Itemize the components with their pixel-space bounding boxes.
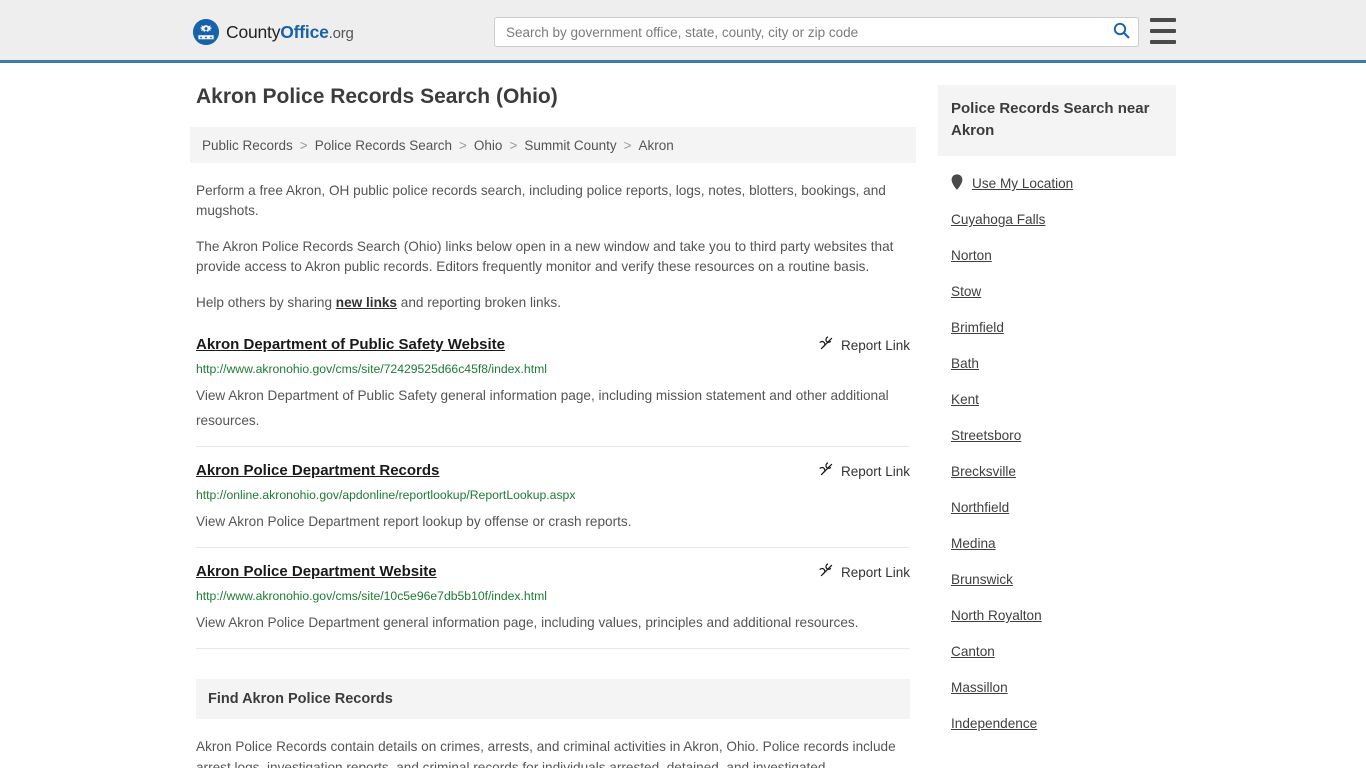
new-links-link[interactable]: new links — [336, 295, 397, 310]
sidebar-item-brimfield[interactable]: Brimfield — [938, 310, 1176, 346]
share-text-before: Help others by sharing — [196, 295, 336, 310]
section-heading: Find Akron Police Records — [196, 679, 910, 719]
sidebar-item-massillon[interactable]: Massillon — [938, 670, 1176, 706]
sidebar-heading: Police Records Search near Akron — [938, 85, 1176, 156]
search-bar[interactable] — [494, 17, 1139, 47]
broken-link-icon — [819, 462, 834, 480]
sidebar-item-streetsboro[interactable]: Streetsboro — [938, 418, 1176, 454]
breadcrumb-item-ohio[interactable]: Ohio — [474, 138, 503, 153]
breadcrumb-item-police-records-search[interactable]: Police Records Search — [315, 138, 452, 153]
result-item: Akron Department of Public Safety Websit… — [196, 335, 910, 447]
nearby-link[interactable]: Independence — [951, 715, 1037, 733]
nearby-link[interactable]: Stow — [951, 283, 981, 301]
brand-part-org: .org — [328, 24, 354, 42]
broken-link-icon — [819, 563, 834, 581]
menu-bar-1 — [1150, 18, 1176, 22]
breadcrumb-separator: > — [299, 137, 308, 153]
intro-paragraph-1: Perform a free Akron, OH public police r… — [196, 183, 886, 218]
nearby-link[interactable]: Massillon — [951, 679, 1008, 697]
share-text-after: and reporting broken links. — [397, 295, 561, 310]
results-list: Akron Department of Public Safety Websit… — [190, 335, 916, 649]
breadcrumb-separator: > — [509, 137, 518, 153]
sidebar-item-brecksville[interactable]: Brecksville — [938, 454, 1176, 490]
section-paragraph: Akron Police Records contain details on … — [196, 739, 896, 768]
sidebar-item-norton[interactable]: Norton — [938, 238, 1176, 274]
sidebar-item-independence[interactable]: Independence — [938, 706, 1176, 742]
nearby-link[interactable]: Northfield — [951, 499, 1009, 517]
result-item: Akron Police Department Records Report L… — [196, 461, 910, 548]
sidebar-item-cuyahoga-falls[interactable]: Cuyahoga Falls — [938, 202, 1176, 238]
report-link-label: Report Link — [840, 564, 910, 580]
brand-part-county: County — [226, 21, 281, 42]
nearby-link[interactable]: Cuyahoga Falls — [951, 211, 1045, 229]
result-item: Akron Police Department Website Report L… — [196, 562, 910, 649]
result-description: View Akron Department of Public Safety g… — [196, 388, 889, 428]
nearby-link[interactable]: Bath — [951, 355, 979, 373]
search-button[interactable] — [1104, 18, 1138, 46]
intro-paragraph-3: Help others by sharing new links and rep… — [196, 293, 910, 313]
result-url[interactable]: http://online.akronohio.gov/apdonline/re… — [196, 488, 910, 503]
find-records-section: Find Akron Police Records Akron Police R… — [196, 679, 910, 768]
result-description: View Akron Police Department general inf… — [196, 615, 859, 630]
hamburger-menu-icon[interactable] — [1150, 18, 1176, 44]
breadcrumb-separator: > — [623, 137, 632, 153]
breadcrumb-item-summit-county[interactable]: Summit County — [524, 138, 616, 153]
site-header: CountyOffice.org — [0, 0, 1366, 63]
nearby-link[interactable]: North Royalton — [951, 607, 1042, 625]
site-logo-text: CountyOffice.org — [226, 22, 354, 43]
nearby-link[interactable]: Norton — [951, 247, 992, 265]
sidebar-item-bath[interactable]: Bath — [938, 346, 1176, 382]
use-my-location-link[interactable]: Use My Location — [972, 175, 1073, 193]
sidebar-item-kent[interactable]: Kent — [938, 382, 1176, 418]
sidebar-item-medina[interactable]: Medina — [938, 526, 1176, 562]
brand-part-office: Office — [280, 21, 329, 42]
report-link-label: Report Link — [840, 337, 910, 353]
main-content: Akron Police Records Search (Ohio) Publi… — [190, 85, 916, 768]
section-body: Akron Police Records contain details on … — [196, 736, 910, 768]
intro-paragraph-2: The Akron Police Records Search (Ohio) l… — [196, 239, 894, 274]
broken-link-icon — [819, 336, 834, 354]
report-link-button[interactable]: Report Link — [819, 461, 910, 480]
menu-bar-2 — [1150, 29, 1176, 33]
sidebar-item-brunswick[interactable]: Brunswick — [938, 562, 1176, 598]
sidebar-item-use-my-location[interactable]: Use My Location — [938, 166, 1176, 202]
report-link-label: Report Link — [840, 463, 910, 479]
menu-bar-3 — [1150, 40, 1176, 44]
intro-section: Perform a free Akron, OH public police r… — [190, 181, 916, 313]
breadcrumb: Public Records > Police Records Search >… — [190, 127, 916, 163]
nearby-link[interactable]: Medina — [951, 535, 996, 553]
result-title-link[interactable]: Akron Department of Public Safety Websit… — [196, 335, 505, 354]
breadcrumb-item-akron: Akron — [638, 137, 674, 153]
breadcrumb-separator: > — [459, 137, 467, 153]
nearby-link[interactable]: Brimfield — [951, 319, 1004, 337]
breadcrumb-item-public-records[interactable]: Public Records — [202, 138, 293, 153]
site-logo-link[interactable]: CountyOffice.org — [193, 19, 354, 45]
search-input[interactable] — [495, 19, 1104, 45]
nearby-link[interactable]: Canton — [951, 643, 995, 661]
page-title: Akron Police Records Search (Ohio) — [196, 85, 558, 108]
page-body: Akron Police Records Search (Ohio) Publi… — [0, 63, 1366, 768]
nearby-link[interactable]: Kent — [951, 391, 979, 409]
sidebar-nearby-list: Use My Location Cuyahoga Falls Norton St… — [938, 166, 1176, 742]
nearby-link[interactable]: Streetsboro — [951, 427, 1021, 445]
search-icon — [1113, 22, 1130, 42]
result-title-link[interactable]: Akron Police Department Records — [196, 461, 439, 480]
sidebar-item-northfield[interactable]: Northfield — [938, 490, 1176, 526]
report-link-button[interactable]: Report Link — [819, 562, 910, 581]
sidebar-item-north-royalton[interactable]: North Royalton — [938, 598, 1176, 634]
result-url[interactable]: http://www.akronohio.gov/cms/site/724295… — [196, 362, 910, 377]
nearby-link[interactable]: Brunswick — [951, 571, 1013, 589]
nearby-link[interactable]: Brecksville — [951, 463, 1016, 481]
sidebar-item-stow[interactable]: Stow — [938, 274, 1176, 310]
result-title-link[interactable]: Akron Police Department Website — [196, 562, 437, 581]
result-url[interactable]: http://www.akronohio.gov/cms/site/10c5e9… — [196, 589, 910, 604]
result-description: View Akron Police Department report look… — [196, 514, 632, 529]
sidebar: Police Records Search near Akron Use My … — [938, 85, 1176, 742]
eagle-seal-icon — [193, 19, 219, 45]
report-link-button[interactable]: Report Link — [819, 335, 910, 354]
sidebar-item-canton[interactable]: Canton — [938, 634, 1176, 670]
map-pin-icon — [951, 173, 963, 195]
